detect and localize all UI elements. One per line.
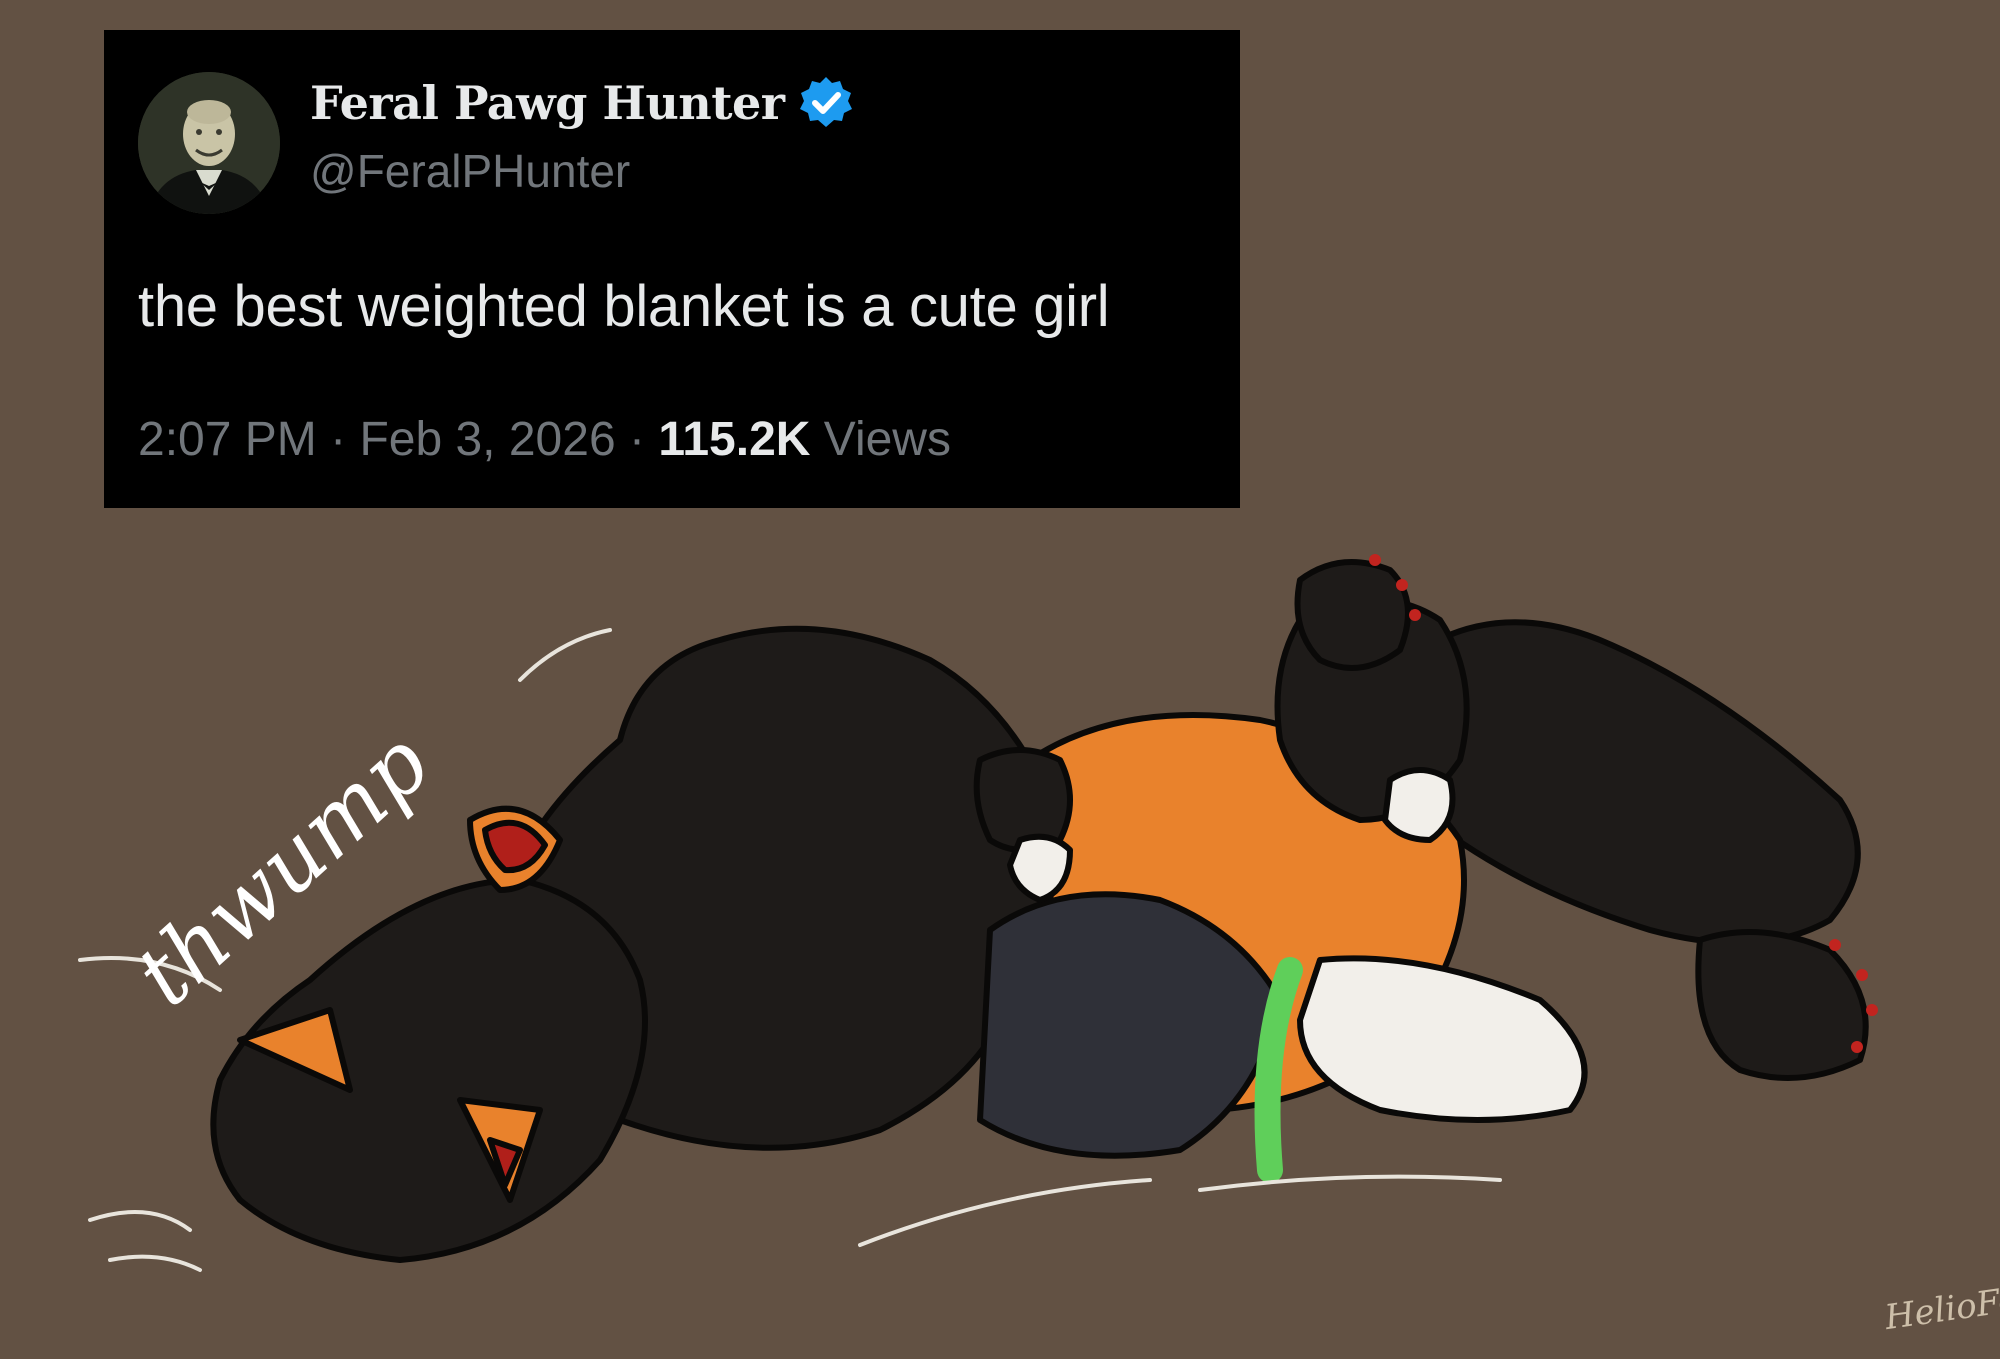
illustration: thwump	[78, 554, 1878, 1272]
fox-illustration	[210, 559, 1869, 1263]
